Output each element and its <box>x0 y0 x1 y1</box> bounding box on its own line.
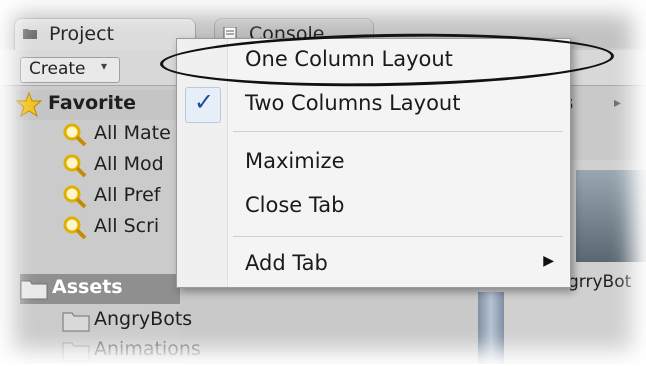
chevron-right-icon: ▸ <box>614 95 622 111</box>
magnifier-icon <box>63 216 87 240</box>
menu-item-add-tab[interactable]: Add Tab ▶ <box>177 245 570 285</box>
folder-icon <box>23 29 37 39</box>
checkmark-icon: ✓ <box>194 88 215 116</box>
asset-folder-item[interactable]: AngryBots <box>62 306 192 336</box>
tab-project-label: Project <box>49 23 115 45</box>
checkmark-highlight: ✓ <box>185 87 221 123</box>
submenu-arrow-icon: ▶ <box>543 253 554 269</box>
tab-project[interactable]: Project <box>14 18 196 50</box>
star-icon <box>16 92 42 118</box>
create-label: Create <box>29 59 86 79</box>
menu-item-label: Add Tab <box>245 251 328 275</box>
favorite-item[interactable]: All Pref <box>62 182 180 212</box>
project-tree: Favorite All Mate All Mod All Pref All S… <box>0 86 201 366</box>
menu-separator <box>233 236 563 237</box>
favorite-item[interactable]: All Mod <box>62 151 180 181</box>
favorite-item-label: All Pref <box>94 184 161 206</box>
favorite-item[interactable]: All Mate <box>62 120 180 150</box>
magnifier-icon <box>63 123 87 147</box>
folder-icon <box>20 280 48 300</box>
menu-separator <box>233 131 563 132</box>
favorite-item-label: All Mod <box>94 153 164 175</box>
menu-item-two-columns-layout[interactable]: ✓ Two Columns Layout <box>177 85 570 125</box>
magnifier-icon <box>63 185 87 209</box>
asset-folder-label: AngryBots <box>94 308 193 330</box>
favorite-item[interactable]: All Scri <box>62 213 180 243</box>
favorite-item-label: All Mate <box>94 122 171 144</box>
favorites-header[interactable]: Favorite <box>16 90 180 120</box>
menu-item-label: Close Tab <box>245 193 345 217</box>
folder-icon <box>62 312 90 332</box>
asset-thumbnail[interactable] <box>576 170 646 262</box>
menu-item-maximize[interactable]: Maximize <box>177 143 570 183</box>
menu-item-label: Two Columns Layout <box>245 91 461 115</box>
favorite-item-label: All Scri <box>94 215 160 237</box>
menu-item-close-tab[interactable]: Close Tab <box>177 187 570 227</box>
assets-header[interactable]: Assets <box>20 274 180 304</box>
magnifier-icon <box>63 154 87 178</box>
folder-icon <box>62 342 90 362</box>
menu-item-label: Maximize <box>245 149 345 173</box>
asset-folder-item[interactable]: Animations <box>62 336 201 366</box>
favorites-label: Favorite <box>48 92 136 114</box>
create-dropdown-button[interactable]: Create ▾ <box>20 57 120 83</box>
scrollbar[interactable] <box>478 292 504 364</box>
asset-thumbnail-label: grryBot <box>568 272 632 292</box>
asset-folder-label: Animations <box>94 338 201 360</box>
chevron-down-icon: ▾ <box>101 59 108 73</box>
assets-label: Assets <box>52 276 123 298</box>
